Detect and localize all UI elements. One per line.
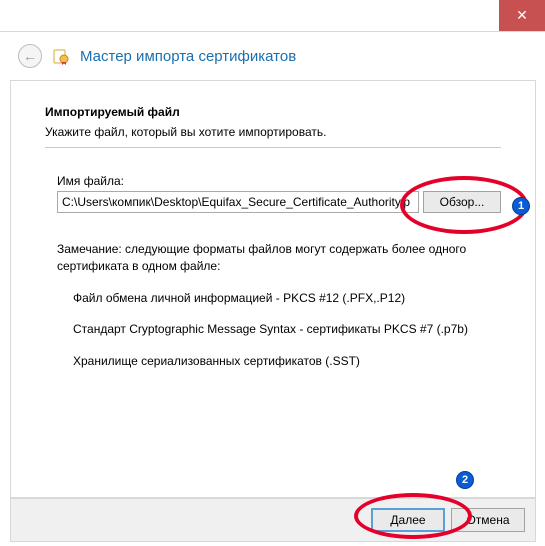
note-item: Стандарт Cryptographic Message Syntax - …: [73, 321, 501, 338]
titlebar: ✕: [0, 0, 545, 32]
wizard-header: ← Мастер импорта сертификатов: [0, 32, 545, 78]
browse-button[interactable]: Обзор...: [423, 191, 501, 213]
note-item: Хранилище сериализованных сертификатов (…: [73, 353, 501, 370]
section-title: Импортируемый файл: [45, 105, 501, 119]
next-button[interactable]: Далее: [371, 508, 445, 532]
certificate-wizard-icon: [52, 47, 70, 65]
close-icon: ✕: [516, 7, 528, 24]
note-block: Замечание: следующие форматы файлов могу…: [57, 241, 501, 370]
wizard-footer: Далее Отмена: [10, 498, 536, 542]
wizard-content: Импортируемый файл Укажите файл, который…: [10, 80, 536, 498]
file-label: Имя файла:: [57, 174, 501, 188]
section-subtitle: Укажите файл, который вы хотите импортир…: [45, 125, 501, 139]
back-arrow-icon: ←: [23, 48, 37, 64]
file-path-input[interactable]: [57, 191, 419, 213]
note-lead: Замечание: следующие форматы файлов могу…: [57, 241, 501, 276]
close-button[interactable]: ✕: [499, 0, 545, 31]
file-row: Обзор...: [57, 191, 501, 213]
wizard-title: Мастер импорта сертификатов: [80, 48, 296, 65]
back-button[interactable]: ←: [18, 44, 42, 68]
note-item: Файл обмена личной информацией - PKCS #1…: [73, 290, 501, 307]
cancel-button[interactable]: Отмена: [451, 508, 525, 532]
divider: [45, 147, 501, 148]
